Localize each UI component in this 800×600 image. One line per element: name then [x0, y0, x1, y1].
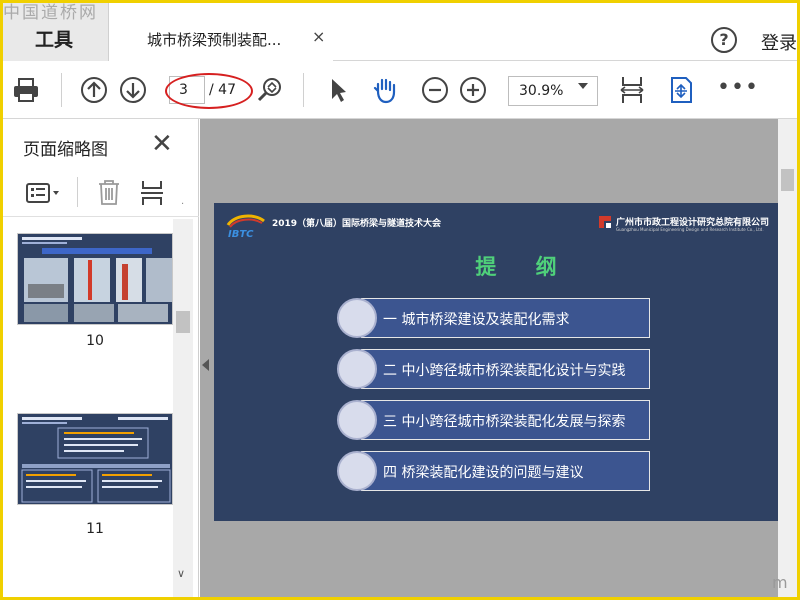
thumbnail-panel: 页面缩略图 ✕ · 10 11 ∨ [3, 119, 199, 597]
tab-tools-label: 工具 [35, 29, 74, 51]
slide-page: IBTC 2019（第八届）国际桥梁与隧道技术大会 广州市市政工程设计研究总院有… [214, 203, 779, 521]
tab-document-title: 城市桥梁预制装配... [147, 31, 282, 49]
outline-item-circle [337, 298, 377, 338]
toolbar-divider [61, 73, 62, 107]
print-icon[interactable] [11, 75, 41, 105]
zoom-in-icon[interactable] [458, 75, 488, 105]
slide-heading: 提 纲 [475, 255, 573, 279]
scrollbar-thumb[interactable] [176, 311, 190, 333]
panel-overflow-dot: · [181, 199, 185, 210]
scrollbar-thumb[interactable] [781, 169, 794, 191]
select-arrow-icon[interactable] [323, 75, 353, 105]
zoom-select[interactable]: 30.9% [508, 76, 598, 106]
zoom-value: 30.9% [519, 83, 564, 99]
panel-toolbar: · [3, 167, 199, 217]
watermark-top: 中国道桥网 [3, 3, 98, 23]
trash-icon[interactable] [95, 177, 123, 207]
outline-item: 一 城市桥梁建设及装配化需求 [337, 298, 650, 338]
outline-item-text: 四 桥梁装配化建设的问题与建议 [383, 465, 584, 481]
outline-item: 二 中小跨径城市桥梁装配化设计与实践 [337, 349, 650, 389]
zoom-out-icon[interactable] [420, 75, 450, 105]
fit-page-icon[interactable] [617, 75, 647, 105]
outline-item-text: 一 城市桥梁建设及装配化需求 [383, 312, 570, 328]
collapse-panel-icon[interactable] [202, 359, 209, 371]
scroll-mode-icon[interactable] [666, 75, 696, 105]
outline-item: 四 桥梁装配化建设的问题与建议 [337, 451, 650, 491]
outline-item-text: 三 中小跨径城市桥梁装配化发展与探索 [383, 414, 626, 430]
thumbnail-scrollbar[interactable]: ∨ [173, 219, 193, 597]
thumbnail-page-number: 11 [86, 521, 104, 537]
thumbnail-page-number: 10 [86, 333, 104, 349]
thumbnail-options-icon[interactable] [25, 181, 63, 205]
conference-title: 2019（第八届）国际桥梁与隧道技术大会 [272, 219, 442, 229]
prev-page-icon[interactable] [79, 75, 109, 105]
thumbnail-list[interactable]: 10 11 [3, 219, 179, 597]
organization-logo-icon [596, 213, 614, 231]
toolbar-divider [303, 73, 304, 107]
chevron-down-icon[interactable]: ∨ [177, 567, 185, 580]
document-scrollbar[interactable] [778, 119, 797, 597]
ibtc-logo-text: IBTC [228, 229, 254, 239]
outline-item-text: 二 中小跨径城市桥梁装配化设计与实践 [383, 363, 626, 379]
toolbar: 3 / 47 30.9% ••• [3, 61, 797, 119]
hand-icon[interactable] [370, 75, 400, 105]
tab-document[interactable]: 城市桥梁预制装配... × [109, 3, 333, 61]
panel-divider [77, 177, 78, 207]
extract-pages-icon[interactable] [139, 179, 165, 207]
tab-close-icon[interactable]: × [312, 27, 325, 46]
outline-item-circle [337, 349, 377, 389]
watermark-bottom: m [772, 573, 788, 592]
login-button[interactable]: 登录 [761, 29, 797, 55]
more-icon[interactable]: ••• [717, 75, 759, 100]
page-thumbnail[interactable] [17, 413, 173, 505]
tab-bar: 工具 中国道桥网 城市桥梁预制装配... × ? 登录 [3, 3, 797, 61]
panel-title: 页面缩略图 [23, 140, 108, 160]
app-window: 工具 中国道桥网 城市桥梁预制装配... × ? 登录 3 / 47 30.9%… [3, 3, 797, 597]
outline-item-circle [337, 451, 377, 491]
document-view[interactable]: IBTC 2019（第八届）国际桥梁与隧道技术大会 广州市市政工程设计研究总院有… [200, 119, 797, 597]
page-zoom-icon[interactable] [255, 75, 285, 105]
outline-item: 三 中小跨径城市桥梁装配化发展与探索 [337, 400, 650, 440]
ibtc-logo: IBTC [224, 211, 268, 240]
annotation-ellipse [165, 73, 253, 109]
page-thumbnail[interactable] [17, 233, 173, 325]
organization-english-name: Guangzhou Municipal Engineering Design a… [616, 227, 764, 232]
next-page-icon[interactable] [118, 75, 148, 105]
help-icon[interactable]: ? [711, 27, 737, 53]
outline-item-circle [337, 400, 377, 440]
chevron-down-icon[interactable] [578, 83, 588, 89]
panel-close-icon[interactable]: ✕ [151, 129, 173, 159]
